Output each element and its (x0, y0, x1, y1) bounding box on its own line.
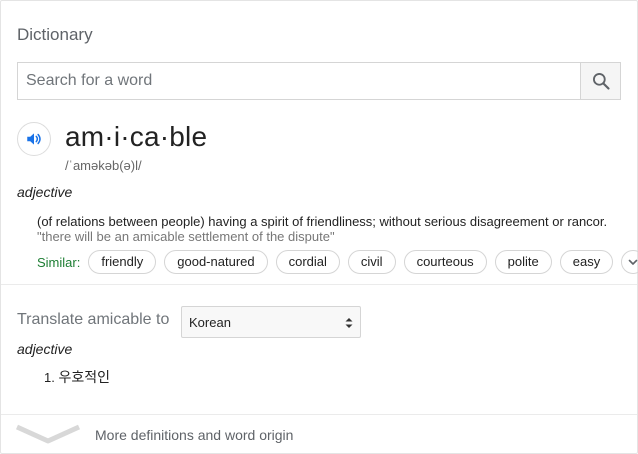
expand-similar-button[interactable] (621, 250, 638, 274)
similar-words-row: Similar: friendly good-natured cordial c… (37, 249, 638, 275)
section-divider (1, 284, 637, 285)
translation-number: 1. (44, 370, 55, 385)
speaker-icon (27, 133, 41, 145)
search-button[interactable] (580, 63, 620, 99)
headword: am·i·ca·ble (65, 121, 208, 152)
language-select[interactable]: Korean (181, 306, 361, 338)
more-definitions-link[interactable]: More definitions and word origin (1, 415, 637, 453)
translation-text: 우호적인 (58, 369, 110, 385)
chevron-down-icon (15, 424, 81, 444)
similar-chip[interactable]: friendly (88, 250, 157, 274)
pronunciation-button[interactable] (17, 122, 51, 156)
example-sentence: "there will be an amicable settlement of… (37, 229, 335, 244)
similar-label: Similar: (37, 254, 81, 270)
search-icon (592, 73, 610, 90)
similar-chip[interactable]: easy (559, 250, 614, 274)
selected-language: Korean (189, 314, 231, 330)
similar-chip[interactable]: good-natured (164, 250, 268, 274)
similar-chip[interactable]: cordial (275, 250, 340, 274)
similar-chip[interactable]: civil (347, 250, 396, 274)
similar-chip[interactable]: polite (494, 250, 552, 274)
similar-chip[interactable]: courteous (403, 250, 487, 274)
dictionary-title: Dictionary (17, 25, 93, 44)
dictionary-card: Dictionary am·i·ca·ble /ˈaməkəb(ə)l/ adj… (0, 0, 638, 454)
translation-part-of-speech: adjective (17, 341, 73, 357)
definition-text: (of relations between people) having a s… (37, 214, 608, 229)
search-input[interactable] (18, 63, 580, 99)
translation-item: 1. 우호적인 (44, 367, 110, 387)
phonetic-spelling: /ˈaməkəb(ə)l/ (65, 158, 142, 173)
select-arrows-icon (345, 318, 353, 328)
translate-label: Translate amicable to (17, 311, 170, 328)
chevron-down-icon (628, 259, 638, 265)
search-box (17, 62, 621, 100)
part-of-speech: adjective (17, 184, 73, 200)
more-definitions-label: More definitions and word origin (95, 427, 294, 443)
